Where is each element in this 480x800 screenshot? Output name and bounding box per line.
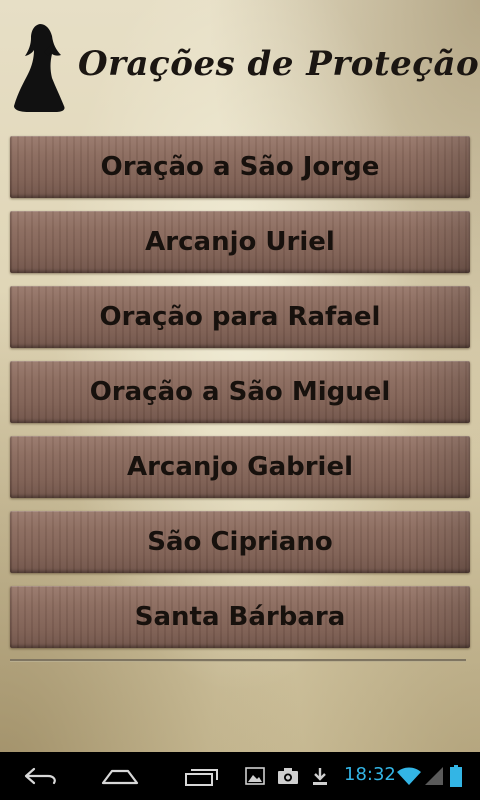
download-icon xyxy=(310,765,330,787)
signal-icon xyxy=(424,765,444,787)
menu-item-label: Oração a São Miguel xyxy=(89,377,391,407)
menu-item-rafael[interactable]: Oração para Rafael xyxy=(10,286,470,348)
recent-apps-icon[interactable] xyxy=(182,762,222,790)
status-clock: 18:32 xyxy=(344,764,396,785)
menu-item-santa-barbara[interactable]: Santa Bárbara xyxy=(10,586,470,648)
prayer-menu: Oração a São Jorge Arcanjo Uriel Oração … xyxy=(10,136,470,648)
menu-item-sao-jorge[interactable]: Oração a São Jorge xyxy=(10,136,470,198)
menu-item-label: Arcanjo Gabriel xyxy=(126,452,353,482)
menu-item-label: Oração para Rafael xyxy=(99,302,381,332)
app-header: Orações de Proteção xyxy=(0,0,480,125)
home-icon[interactable] xyxy=(100,762,140,790)
camera-icon xyxy=(276,765,300,787)
menu-item-sao-cipriano[interactable]: São Cipriano xyxy=(10,511,470,573)
app-screen: Orações de Proteção Oração a São Jorge A… xyxy=(0,0,480,800)
menu-item-label: Santa Bárbara xyxy=(134,602,346,632)
app-title: Orações de Proteção xyxy=(78,44,480,84)
gallery-icon xyxy=(244,765,266,787)
back-icon[interactable] xyxy=(20,762,60,790)
list-divider xyxy=(10,659,466,662)
system-nav-bar: 18:32 xyxy=(0,752,480,800)
menu-item-label: Arcanjo Uriel xyxy=(145,227,335,257)
wifi-icon xyxy=(396,765,422,787)
battery-icon xyxy=(448,765,464,787)
menu-item-label: Oração a São Jorge xyxy=(100,152,380,182)
praying-nun-icon xyxy=(14,24,65,112)
menu-item-label: São Cipriano xyxy=(147,527,333,557)
menu-item-arcanjo-uriel[interactable]: Arcanjo Uriel xyxy=(10,211,470,273)
menu-item-sao-miguel[interactable]: Oração a São Miguel xyxy=(10,361,470,423)
menu-item-arcanjo-gabriel[interactable]: Arcanjo Gabriel xyxy=(10,436,470,498)
